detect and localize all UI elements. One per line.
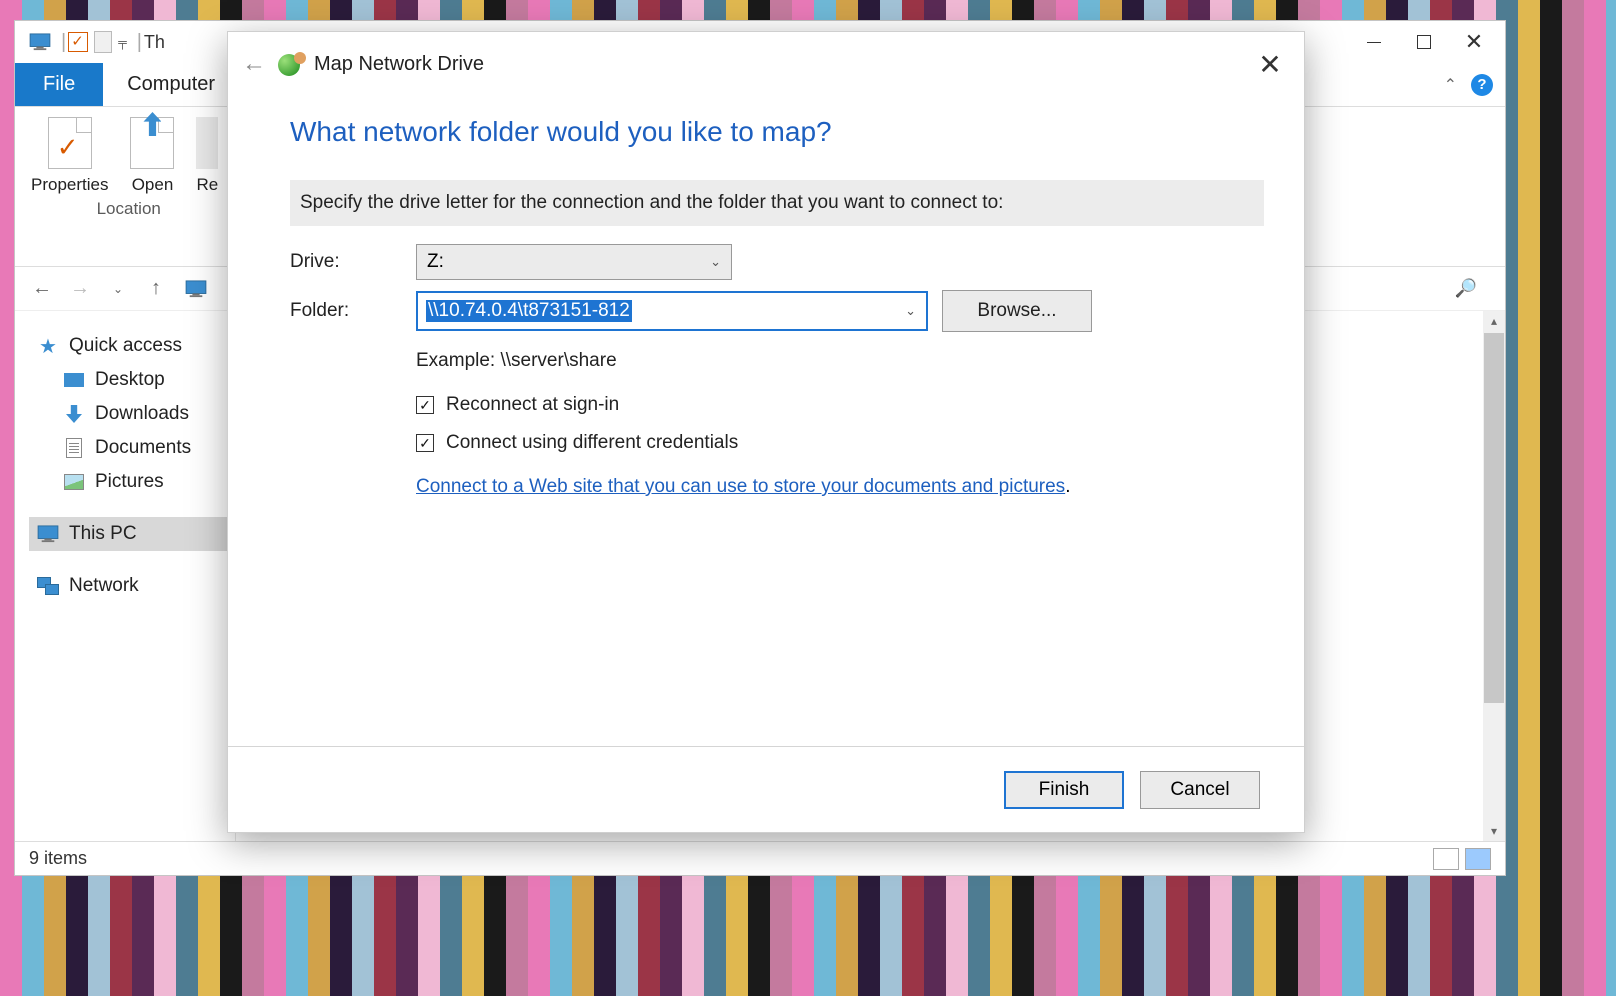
tab-computer[interactable]: Computer: [103, 63, 239, 106]
minimize-button[interactable]: [1349, 26, 1399, 58]
collapse-ribbon-icon[interactable]: ⌃: [1444, 75, 1457, 95]
computer-icon: [37, 524, 59, 544]
rename-icon: [196, 117, 218, 169]
search-icon[interactable]: 🔍: [1455, 278, 1477, 299]
web-site-link-row: Connect to a Web site that you can use t…: [416, 462, 1264, 512]
tree-downloads[interactable]: Downloads: [55, 397, 235, 431]
star-icon: ★: [37, 336, 59, 356]
open-icon: [130, 117, 174, 169]
ribbon-rename[interactable]: Re: [196, 117, 226, 195]
nav-tree: ★ Quick access Desktop Downloads Documen…: [15, 311, 235, 841]
tree-label: Quick access: [69, 335, 182, 357]
example-text: Example: \\server\share: [416, 342, 1264, 386]
qat-properties-icon[interactable]: [68, 32, 88, 52]
different-credentials-checkbox-row[interactable]: ✓ Connect using different credentials: [416, 424, 1264, 462]
nav-history-dropdown[interactable]: ⌄: [105, 276, 131, 302]
dialog-footer: Finish Cancel: [228, 746, 1304, 832]
folder-label: Folder:: [290, 300, 416, 322]
tree-label: This PC: [69, 523, 137, 545]
dialog-heading: What network folder would you like to ma…: [290, 116, 1264, 148]
folder-value: \\10.74.0.4\t873151-812: [426, 300, 632, 322]
tree-label: Pictures: [95, 471, 164, 493]
ribbon-properties[interactable]: ✓ Properties: [31, 117, 108, 195]
chevron-down-icon: ⌄: [710, 254, 721, 270]
checkbox-checked-icon: ✓: [416, 396, 434, 414]
dialog-back-button[interactable]: ←: [238, 50, 270, 78]
help-icon[interactable]: ?: [1471, 74, 1493, 96]
dialog-header: ← Map Network Drive ✕: [228, 32, 1304, 96]
explorer-window: | ╤ | Th ✕ File Computer ⌃ ? ✓ Propertie…: [14, 20, 1506, 876]
view-icons-button[interactable]: [1465, 848, 1491, 870]
scrollbar[interactable]: ▴ ▾: [1483, 311, 1505, 841]
dialog-title: Map Network Drive: [314, 53, 484, 76]
tree-network[interactable]: Network: [29, 569, 235, 603]
tree-label: Documents: [95, 437, 191, 459]
nav-up-button[interactable]: ↑: [143, 276, 169, 302]
checkbox-checked-icon: ✓: [416, 434, 434, 452]
status-bar: 9 items: [15, 841, 1505, 875]
drive-combobox[interactable]: Z: ⌄: [416, 244, 732, 280]
checkbox-label: Connect using different credentials: [446, 432, 738, 454]
ribbon-label: Properties: [31, 175, 108, 195]
tab-file[interactable]: File: [15, 63, 103, 106]
checkbox-label: Reconnect at sign-in: [446, 394, 619, 416]
dialog-instruction: Specify the drive letter for the connect…: [290, 180, 1264, 226]
tree-label: Desktop: [95, 369, 165, 391]
chevron-down-icon: ⌄: [905, 303, 916, 319]
desktop-icon: [63, 370, 85, 390]
finish-button[interactable]: Finish: [1004, 771, 1124, 809]
close-button[interactable]: ✕: [1449, 26, 1499, 58]
pictures-icon: [63, 472, 85, 492]
drive-value: Z:: [427, 251, 444, 273]
drive-label: Drive:: [290, 251, 416, 273]
tree-pictures[interactable]: Pictures: [55, 465, 235, 499]
status-item-count: 9 items: [29, 848, 87, 869]
maximize-button[interactable]: [1399, 26, 1449, 58]
ribbon-label: Open: [132, 175, 174, 195]
tree-label: Network: [69, 575, 139, 597]
separator: |: [137, 31, 142, 54]
ribbon-label: Re: [196, 175, 218, 195]
scroll-down-icon[interactable]: ▾: [1491, 821, 1497, 841]
folder-combobox[interactable]: \\10.74.0.4\t873151-812 ⌄: [416, 291, 928, 331]
separator: |: [61, 31, 66, 54]
reconnect-checkbox-row[interactable]: ✓ Reconnect at sign-in: [416, 386, 1264, 424]
scroll-up-icon[interactable]: ▴: [1491, 311, 1497, 331]
qat-dropdown-icon[interactable]: ╤: [118, 35, 127, 49]
cancel-button[interactable]: Cancel: [1140, 771, 1260, 809]
ribbon-group-label: Location: [97, 195, 161, 221]
ribbon-open[interactable]: Open: [130, 117, 174, 195]
scroll-thumb[interactable]: [1484, 333, 1504, 703]
tree-quick-access[interactable]: ★ Quick access: [29, 329, 235, 363]
downloads-icon: [63, 404, 85, 424]
nav-forward-button[interactable]: →: [67, 276, 93, 302]
tree-label: Downloads: [95, 403, 189, 425]
web-site-link[interactable]: Connect to a Web site that you can use t…: [416, 476, 1065, 497]
nav-back-button[interactable]: ←: [29, 276, 55, 302]
view-details-button[interactable]: [1433, 848, 1459, 870]
window-title: Th: [144, 32, 165, 53]
properties-icon: ✓: [48, 117, 92, 169]
browse-button[interactable]: Browse...: [942, 290, 1092, 332]
dialog-close-button[interactable]: ✕: [1250, 48, 1290, 81]
address-bar-icon[interactable]: [183, 279, 209, 299]
tree-this-pc[interactable]: This PC: [29, 517, 235, 551]
map-drive-icon: [278, 52, 306, 76]
tree-documents[interactable]: Documents: [55, 431, 235, 465]
tree-desktop[interactable]: Desktop: [55, 363, 235, 397]
qat-new-icon[interactable]: [94, 31, 112, 53]
map-network-drive-dialog: ← Map Network Drive ✕ What network folde…: [227, 31, 1305, 833]
documents-icon: [63, 438, 85, 458]
network-icon: [37, 576, 59, 596]
computer-icon: [27, 32, 53, 52]
